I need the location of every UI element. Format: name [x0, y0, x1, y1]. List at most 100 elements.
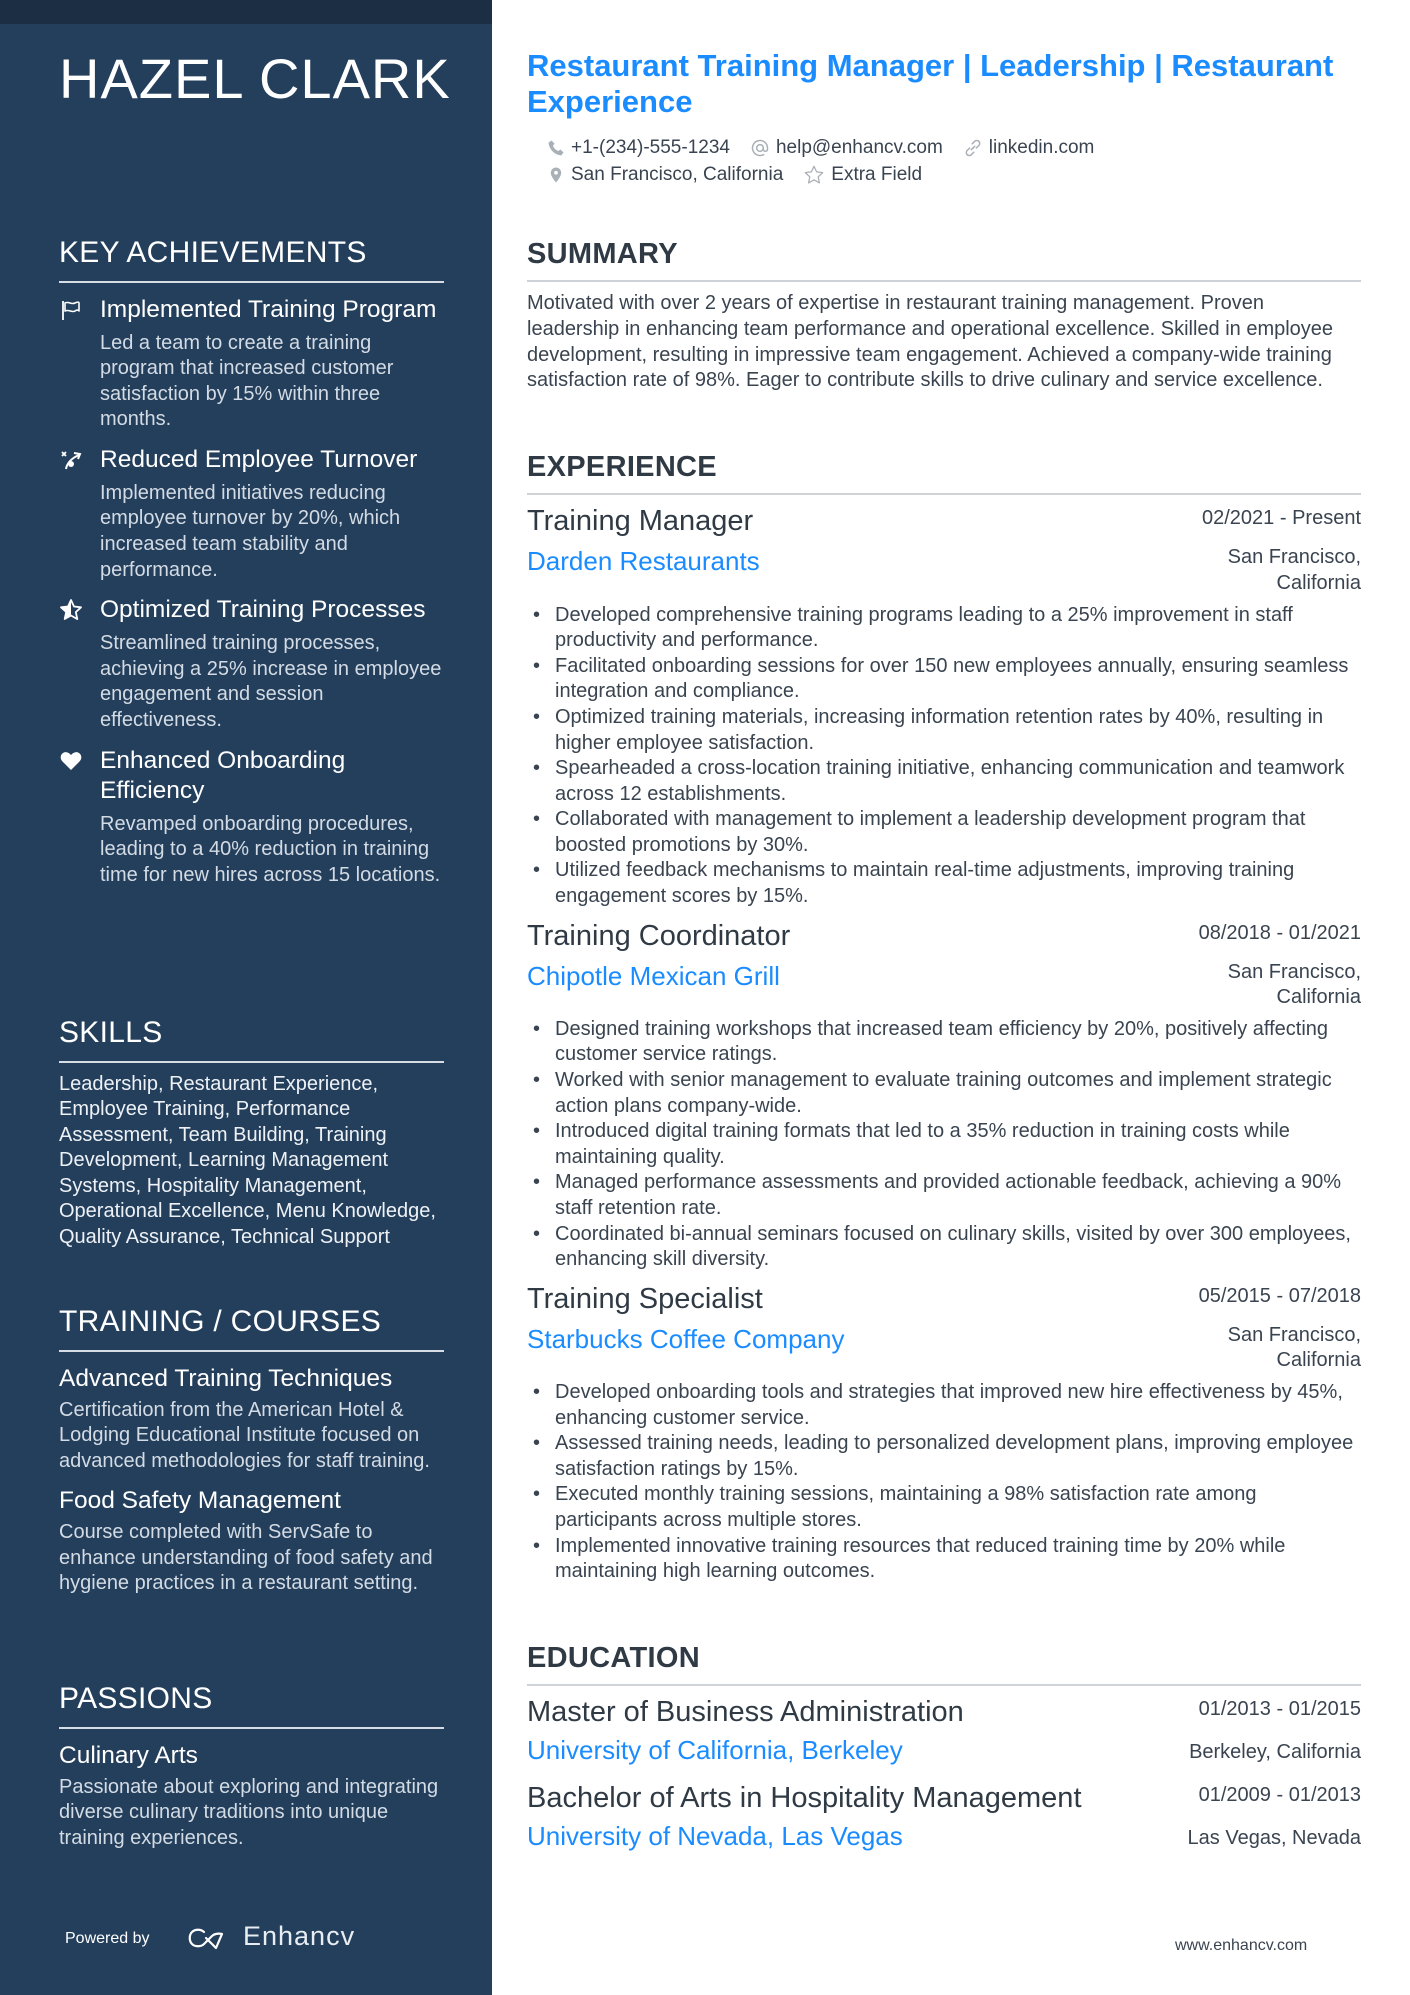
job-title: Training Specialist	[527, 1282, 763, 1315]
school-name: University of Nevada, Las Vegas	[527, 1821, 903, 1852]
trend-arrow-icon	[61, 451, 82, 470]
achievement-description: Led a team to create a training program …	[100, 331, 394, 431]
bullet-item: Collaborated with management to implemen…	[527, 807, 1361, 858]
skills-section: SKILLS Leadership, Restaurant Experience…	[59, 1016, 444, 1251]
bullet-item: Designed training workshops that increas…	[527, 1017, 1361, 1068]
flag-icon	[62, 300, 80, 320]
bullet-item: Executed monthly training sessions, main…	[527, 1482, 1361, 1533]
education-dates: 01/2013 - 01/2015	[1198, 1698, 1361, 1721]
summary-section: SUMMARY Motivated with over 2 years of e…	[527, 238, 1361, 394]
section-heading: TRAINING / COURSES	[59, 1305, 444, 1352]
powered-by-label: Powered by	[65, 1930, 150, 1947]
star-icon	[804, 165, 824, 184]
headline: Restaurant Training Manager | Leadership…	[527, 48, 1334, 119]
sidebar-top-strip	[0, 0, 492, 24]
contact-row-1: +1-(234)-555-1234 help@enhancv.com linke…	[547, 137, 1114, 159]
training-courses-section: TRAINING / COURSES Advanced Training Tec…	[59, 1305, 444, 1597]
achievement-item: Reduced Employee Turnover Implemented in…	[59, 445, 444, 583]
passion-description: Passionate about exploring and integrati…	[59, 1775, 439, 1849]
course-item: Advanced Training Techniques Certificati…	[59, 1364, 444, 1475]
star-half-icon	[60, 599, 82, 621]
phone-number: +1-(234)-555-1234	[571, 137, 730, 158]
degree-title: Bachelor of Arts in Hospitality Manageme…	[527, 1782, 1082, 1815]
education-entry: Bachelor of Arts in Hospitality Manageme…	[527, 1780, 1361, 1856]
passion-title: Culinary Arts	[59, 1741, 198, 1769]
job-bullets: Designed training workshops that increas…	[527, 1017, 1361, 1273]
bullet-item: Developed onboarding tools and strategie…	[527, 1380, 1361, 1431]
education-location: Las Vegas, Nevada	[1187, 1827, 1361, 1850]
job-bullets: Developed comprehensive training program…	[527, 603, 1361, 910]
contact-email[interactable]: help@enhancv.com	[750, 137, 943, 159]
bullet-item: Managed performance assessments and prov…	[527, 1170, 1361, 1221]
bullet-item: Introduced digital training formats that…	[527, 1119, 1361, 1170]
course-description: Course completed with ServSafe to enhanc…	[59, 1521, 433, 1595]
degree-title: Master of Business Administration	[527, 1696, 964, 1729]
course-item: Food Safety Management Course completed …	[59, 1486, 444, 1597]
email-address[interactable]: help@enhancv.com	[776, 137, 943, 159]
bullet-item: Optimized training materials, increasing…	[527, 705, 1361, 756]
education-location: Berkeley, California	[1189, 1741, 1361, 1764]
job-dates: 05/2015 - 07/2018	[1198, 1284, 1361, 1307]
achievement-title: Reduced Employee Turnover	[100, 445, 418, 473]
location-text: San Francisco, California	[571, 164, 784, 185]
company-name: Starbucks Coffee Company	[527, 1323, 845, 1354]
achievement-description: Revamped onboarding procedures, leading …	[100, 812, 441, 886]
achievement-item: Implemented Training Program Led a team …	[59, 295, 444, 433]
summary-text: Motivated with over 2 years of expertise…	[527, 292, 1334, 392]
section-heading: SUMMARY	[527, 238, 1361, 283]
bullet-item: Implemented innovative training resource…	[527, 1534, 1361, 1585]
section-heading: SKILLS	[59, 1016, 444, 1063]
contact-website[interactable]: linkedin.com	[963, 137, 1095, 159]
bullet-item: Assessed training needs, leading to pers…	[527, 1431, 1361, 1482]
company-name: Chipotle Mexican Grill	[527, 960, 780, 991]
website-link[interactable]: linkedin.com	[989, 137, 1095, 159]
bullet-item: Developed comprehensive training program…	[527, 603, 1361, 654]
job-location: San Francisco, California	[1227, 546, 1361, 594]
job-dates: 08/2018 - 01/2021	[1198, 921, 1361, 944]
education-dates: 01/2009 - 01/2013	[1198, 1784, 1361, 1807]
achievement-item: Optimized Training Processes Streamlined…	[59, 595, 444, 733]
section-heading: PASSIONS	[59, 1682, 444, 1729]
job-title: Training Manager	[527, 505, 754, 538]
contact-phone: +1-(234)-555-1234	[547, 137, 730, 159]
achievement-description: Implemented initiatives reducing employe…	[100, 481, 401, 581]
bullet-item: Facilitated onboarding sessions for over…	[527, 654, 1361, 705]
job-location: San Francisco, California	[1227, 1323, 1361, 1372]
bullet-item: Coordinated bi-annual seminars focused o…	[527, 1222, 1361, 1273]
passion-item: Culinary Arts Passionate about exploring…	[59, 1741, 444, 1852]
job-title: Training Coordinator	[527, 919, 791, 952]
contact-extra: Extra Field	[803, 164, 922, 186]
bullet-item: Utilized feedback mechanisms to maintain…	[527, 858, 1361, 909]
achievement-description: Streamlined training processes, achievin…	[100, 632, 442, 732]
job-entry: Training Manager 02/2021 - Present Darde…	[527, 503, 1361, 909]
job-dates: 02/2021 - Present	[1202, 507, 1361, 530]
extra-field-text: Extra Field	[831, 164, 923, 185]
footer-url[interactable]: www.enhancv.com	[1175, 1937, 1307, 1955]
section-heading: EDUCATION	[527, 1642, 1361, 1687]
passions-section: PASSIONS Culinary Arts Passionate about …	[59, 1682, 444, 1851]
job-entry: Training Coordinator 08/2018 - 01/2021 C…	[527, 918, 1361, 1273]
at-icon	[751, 139, 769, 157]
enhancv-brand[interactable]: Enhancv	[243, 1921, 355, 1952]
bullet-item: Spearheaded a cross-location training in…	[527, 756, 1361, 807]
achievement-item: Enhanced Onboarding Efficiency Revamped …	[59, 746, 444, 889]
enhancv-logo-icon	[188, 1928, 224, 1950]
section-heading: EXPERIENCE	[527, 451, 1361, 496]
phone-icon	[548, 140, 564, 156]
contact-location: San Francisco, California	[547, 164, 783, 186]
achievement-title: Enhanced Onboarding Efficiency	[100, 746, 346, 804]
company-name: Darden Restaurants	[527, 546, 760, 577]
link-icon	[965, 139, 981, 157]
course-description: Certification from the American Hotel & …	[59, 1398, 430, 1472]
education-section: EDUCATION Master of Business Administrat…	[527, 1642, 1361, 1856]
job-entry: Training Specialist 05/2015 - 07/2018 St…	[527, 1281, 1361, 1585]
bullet-item: Worked with senior management to evaluat…	[527, 1068, 1361, 1119]
sidebar: HAZEL CLARK KEY ACHIEVEMENTS Implemented…	[0, 0, 492, 1995]
key-achievements-section: KEY ACHIEVEMENTS Implemented Training Pr…	[59, 236, 444, 888]
achievement-title: Optimized Training Processes	[100, 596, 426, 624]
education-entry: Master of Business Administration 01/201…	[527, 1694, 1361, 1770]
course-title: Advanced Training Techniques	[59, 1364, 393, 1392]
heart-icon	[60, 751, 82, 770]
experience-section: EXPERIENCE Training Manager 02/2021 - Pr…	[527, 451, 1361, 1585]
job-location: San Francisco, California	[1227, 960, 1361, 1009]
